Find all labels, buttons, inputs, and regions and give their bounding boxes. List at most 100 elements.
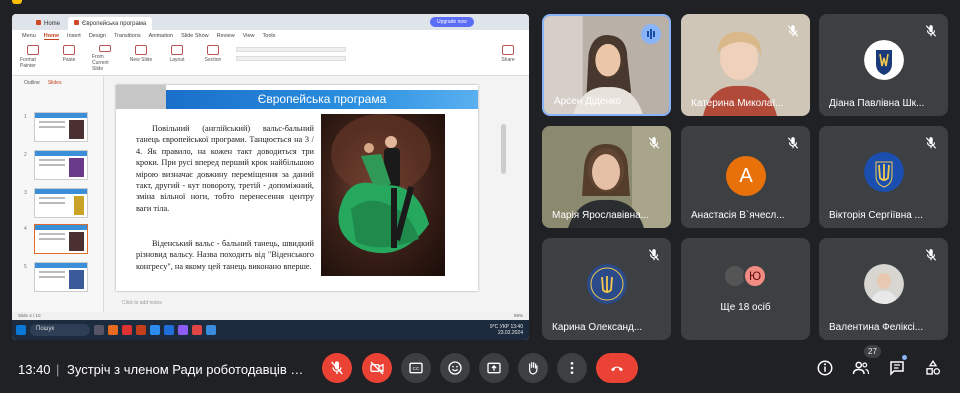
chat-icon[interactable] <box>888 359 906 377</box>
ribbon-tab-animation[interactable]: Animation <box>149 33 173 39</box>
emoji-reaction-button[interactable] <box>440 353 470 383</box>
participant-name: Вікторія Сергіївна ... <box>829 210 923 221</box>
more-vert-icon <box>570 362 574 374</box>
play-icon <box>99 45 111 52</box>
participant-tile[interactable]: Арсен Діденко <box>542 14 671 116</box>
smile-icon <box>448 361 462 375</box>
ribbon-tab-review[interactable]: Review <box>217 33 235 39</box>
participant-name: Анастасія В`ячесл... <box>691 210 785 221</box>
app-icon[interactable] <box>164 325 174 335</box>
camera-toggle-button[interactable] <box>362 353 392 383</box>
windows-start-icon[interactable] <box>16 325 26 335</box>
participant-tile[interactable]: Марія Ярославівна... <box>542 126 671 228</box>
captions-icon: CC <box>409 362 423 374</box>
ribbon-tab-home[interactable]: Home <box>43 33 60 40</box>
slide-counter: Slide 4 / 10 <box>18 313 41 318</box>
presentation-app-icon[interactable] <box>136 325 146 335</box>
leave-call-button[interactable] <box>596 353 638 383</box>
task-view-icon[interactable] <box>94 325 104 335</box>
participant-tile[interactable]: Катерина Миколаї... <box>681 14 810 116</box>
layout-button[interactable]: Layout <box>164 45 190 72</box>
app-icon[interactable] <box>192 325 202 335</box>
zoom-level[interactable]: 89% <box>514 313 523 318</box>
meeting-stage: Home Європейська програма Upgrade now Me… <box>0 0 960 345</box>
participant-tile[interactable]: Валентина Феліксі... <box>819 238 948 340</box>
chat-notification-dot <box>902 355 907 360</box>
dancers-photo <box>321 114 445 276</box>
ribbon-tab-design[interactable]: Design <box>89 33 106 39</box>
ribbon-tab-menu[interactable]: Menu <box>22 33 36 39</box>
participant-name: Карина Олександ... <box>552 322 643 333</box>
mic-off-icon <box>648 137 660 149</box>
section-button[interactable]: Section <box>200 45 226 72</box>
participant-tile[interactable]: Вікторія Сергіївна ... <box>819 126 948 228</box>
current-time: 13:40 <box>18 362 51 377</box>
ribbon-tab-slideshow[interactable]: Slide Show <box>181 33 209 39</box>
paste-button[interactable]: Paste <box>56 45 82 72</box>
raise-hand-button[interactable] <box>518 353 548 383</box>
more-options-button[interactable] <box>557 353 587 383</box>
ribbon-tab-transitions[interactable]: Transitions <box>114 33 141 39</box>
coat-of-arms-avatar <box>864 40 904 80</box>
microphone-toggle-button[interactable] <box>322 353 352 383</box>
participant-name: Катерина Миколаї... <box>691 98 784 109</box>
meeting-controls-bar: 13:40 | Зустріч з членом Ради роботодавц… <box>0 345 960 393</box>
current-slide[interactable]: Європейська програма Повільний (англійсь… <box>116 85 478 291</box>
slide-thumbnail[interactable] <box>34 188 88 218</box>
notes-field[interactable]: Click to add notes <box>104 300 162 306</box>
slide-thumbnail[interactable] <box>34 150 88 180</box>
more-participants-tile[interactable]: Ю Ще 18 осіб <box>681 238 810 340</box>
slide-thumbnail-selected[interactable] <box>34 224 88 254</box>
outline-tab[interactable]: Outline <box>24 80 40 86</box>
outline-tabs: Outline Slides <box>12 76 103 90</box>
browser-tab-home[interactable]: Home <box>30 17 66 30</box>
ribbon-tab-tools[interactable]: Tools <box>263 33 276 39</box>
app-icon[interactable] <box>150 325 160 335</box>
slide-thumbnail[interactable] <box>34 112 88 142</box>
present-icon <box>487 362 501 374</box>
upgrade-button[interactable]: Upgrade now <box>430 17 474 27</box>
people-icon[interactable] <box>852 359 870 377</box>
captions-button[interactable]: CC <box>401 353 431 383</box>
mic-off-icon <box>925 25 937 37</box>
from-current-slide-button[interactable]: From Current Slide <box>92 45 118 72</box>
presentation-indicator <box>12 0 22 4</box>
slide-paragraph: Віденський вальс - бальний танець, швидк… <box>136 239 314 271</box>
new-slide-button[interactable]: New Slide <box>128 45 154 72</box>
share-icon <box>502 45 514 55</box>
ribbon-tab-view[interactable]: View <box>243 33 255 39</box>
app-icon[interactable] <box>122 325 132 335</box>
participant-tile[interactable]: Карина Олександ... <box>542 238 671 340</box>
windows-taskbar: Пошук 9°C УКР 13:40 23.02.2024 <box>12 320 529 340</box>
present-screen-button[interactable] <box>479 353 509 383</box>
new-slide-icon <box>135 45 147 55</box>
participant-tile[interactable]: Діана Павлівна Шк... <box>819 14 948 116</box>
shared-screen[interactable]: Home Європейська програма Upgrade now Me… <box>12 14 529 340</box>
format-painter-button[interactable]: Format Painter <box>20 45 46 72</box>
browser-tab-presentation[interactable]: Європейська програма <box>68 17 153 30</box>
mic-off-icon <box>787 25 799 37</box>
font-controls[interactable] <box>236 45 346 72</box>
meeting-details-icon[interactable] <box>816 359 834 377</box>
app-icon[interactable] <box>206 325 216 335</box>
ribbon-tab-insert[interactable]: Insert <box>67 33 81 39</box>
hand-icon <box>528 362 538 375</box>
slide-thumbnail[interactable] <box>34 262 88 292</box>
app-icon[interactable] <box>178 325 188 335</box>
firefox-icon[interactable] <box>108 325 118 335</box>
app-statusbar: Slide 4 / 10 89% <box>12 312 529 320</box>
divider: | <box>56 362 60 377</box>
mic-off-icon <box>925 249 937 261</box>
slide-scrollbar[interactable] <box>501 124 506 174</box>
slides-tab[interactable]: Slides <box>48 80 62 86</box>
taskbar-search[interactable]: Пошук <box>30 324 90 336</box>
camera-off-icon <box>370 361 384 375</box>
share-button[interactable]: Share <box>495 45 521 72</box>
slide-thumbnail-pane: Outline Slides 1 2 3 4 5 <box>12 76 104 330</box>
system-tray: 9°C УКР 13:40 23.02.2024 <box>489 324 523 336</box>
hang-up-icon <box>611 366 623 372</box>
participant-tile[interactable]: А Анастасія В`ячесл... <box>681 126 810 228</box>
activities-icon[interactable] <box>924 359 942 377</box>
svg-text:CC: CC <box>413 366 420 371</box>
stacked-avatars: Ю <box>717 262 777 290</box>
